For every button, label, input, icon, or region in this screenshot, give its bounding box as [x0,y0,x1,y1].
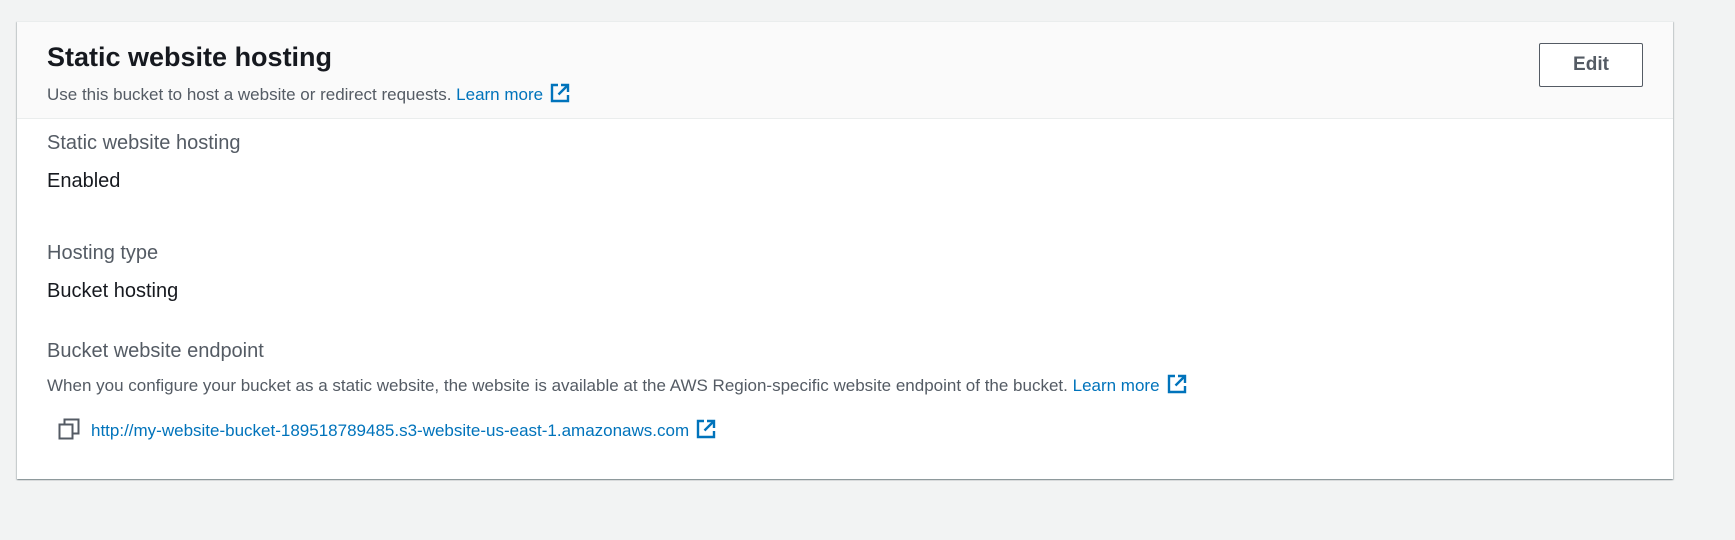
endpoint-url-row: http://my-website-bucket-189518789485.s3… [57,414,717,444]
endpoint-label: Bucket website endpoint [47,340,264,362]
external-link-icon [696,419,716,438]
panel-title: Static website hosting [47,42,333,72]
learn-more-label: Learn more [456,85,544,104]
learn-more-link[interactable]: Learn more [456,83,571,104]
endpoint-url-link[interactable]: http://my-website-bucket-189518789485.s3… [91,418,717,441]
external-link-icon [1167,374,1186,394]
hosting-status-value: Enabled [47,170,121,192]
endpoint-learn-more-label: Learn more [1072,376,1160,395]
copy-icon[interactable] [57,417,81,441]
endpoint-description-text: When you configure your bucket as a stat… [47,376,1068,395]
panel-description: Use this bucket to host a website or red… [47,82,571,107]
static-website-hosting-panel: Static website hosting Use this bucket t… [17,21,1673,479]
hosting-status-label: Static website hosting [47,132,241,154]
endpoint-url: http://my-website-bucket-189518789485.s3… [91,420,690,440]
edit-button[interactable]: Edit [1539,43,1643,87]
external-link-icon [550,83,570,103]
endpoint-learn-more-link[interactable]: Learn more [1072,374,1188,395]
panel-header: Static website hosting Use this bucket t… [17,22,1673,119]
hosting-type-label: Hosting type [47,242,159,264]
hosting-type-value: Bucket hosting [47,280,179,302]
endpoint-description: When you configure your bucket as a stat… [47,373,1188,398]
panel-description-text: Use this bucket to host a website or red… [47,85,452,104]
